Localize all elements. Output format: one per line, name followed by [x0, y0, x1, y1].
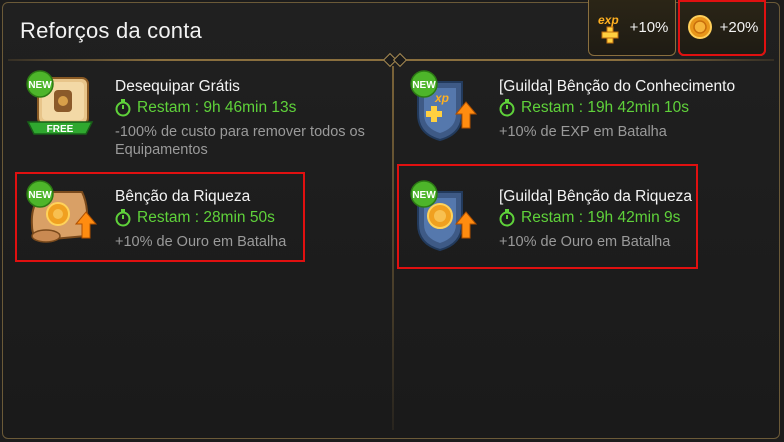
stopwatch-icon — [115, 99, 131, 117]
exp-boost-value: +10% — [629, 19, 669, 36]
boost-description: +10% de Ouro em Batalha — [499, 234, 671, 250]
panel-title: Reforços da conta — [20, 18, 202, 43]
boost-timer: Restam : 9h 46min 13s — [137, 99, 297, 116]
column-divider — [392, 66, 394, 430]
stopwatch-icon — [115, 209, 131, 227]
exp-boost-tab[interactable]: exp +10% — [588, 0, 676, 56]
guild-gold-shield-icon: NEW — [410, 180, 478, 252]
boost-description: +10% de Ouro em Batalha — [115, 234, 287, 250]
boost-timer: Restam : 19h 42min 10s — [521, 99, 690, 116]
gold-boost-tab[interactable]: +20% — [678, 0, 766, 56]
free-unequip-scroll-icon: FREE NEW — [26, 70, 94, 135]
svg-text:xp: xp — [434, 91, 449, 105]
boost-name: Bênção da Riqueza — [115, 188, 251, 205]
boost-timer: Restam : 19h 42min 9s — [521, 209, 681, 226]
guild-exp-shield-icon: xp NEW — [410, 70, 478, 142]
new-badge: NEW — [28, 80, 52, 91]
stopwatch-icon — [499, 99, 515, 117]
svg-text:exp: exp — [598, 13, 619, 27]
gold-boost-value: +20% — [719, 19, 759, 36]
boost-description: +10% de EXP em Batalha — [499, 124, 667, 140]
boost-card-guild-knowledge[interactable]: xp NEW [Guilda] Bênção do Conhecimento R… — [404, 68, 774, 156]
stopwatch-icon — [499, 209, 515, 227]
boost-description: -100% de custo para remover todos os Equ… — [115, 124, 365, 158]
gold-coin-icon — [687, 14, 712, 39]
exp-plus-icon: exp — [598, 13, 619, 43]
new-badge: NEW — [412, 190, 436, 201]
boost-name: Desequipar Grátis — [115, 78, 240, 95]
boost-name: [Guilda] Bênção da Riqueza — [499, 188, 693, 205]
boost-card-wealth-blessing[interactable]: NEW Bênção da Riqueza Restam : 28min 50s… — [20, 178, 390, 266]
free-ribbon-label: FREE — [47, 124, 74, 135]
new-badge: NEW — [28, 190, 52, 201]
new-badge: NEW — [412, 80, 436, 91]
gold-scroll-icon: NEW — [26, 180, 98, 243]
boost-name: [Guilda] Bênção do Conhecimento — [499, 78, 736, 95]
boost-card-guild-wealth[interactable]: NEW [Guilda] Bênção da Riqueza Restam : … — [404, 178, 774, 266]
boost-card-free-unequip[interactable]: FREE NEW Desequipar Grátis Restam : 9h 4… — [20, 68, 390, 158]
boost-timer: Restam : 28min 50s — [137, 209, 275, 226]
